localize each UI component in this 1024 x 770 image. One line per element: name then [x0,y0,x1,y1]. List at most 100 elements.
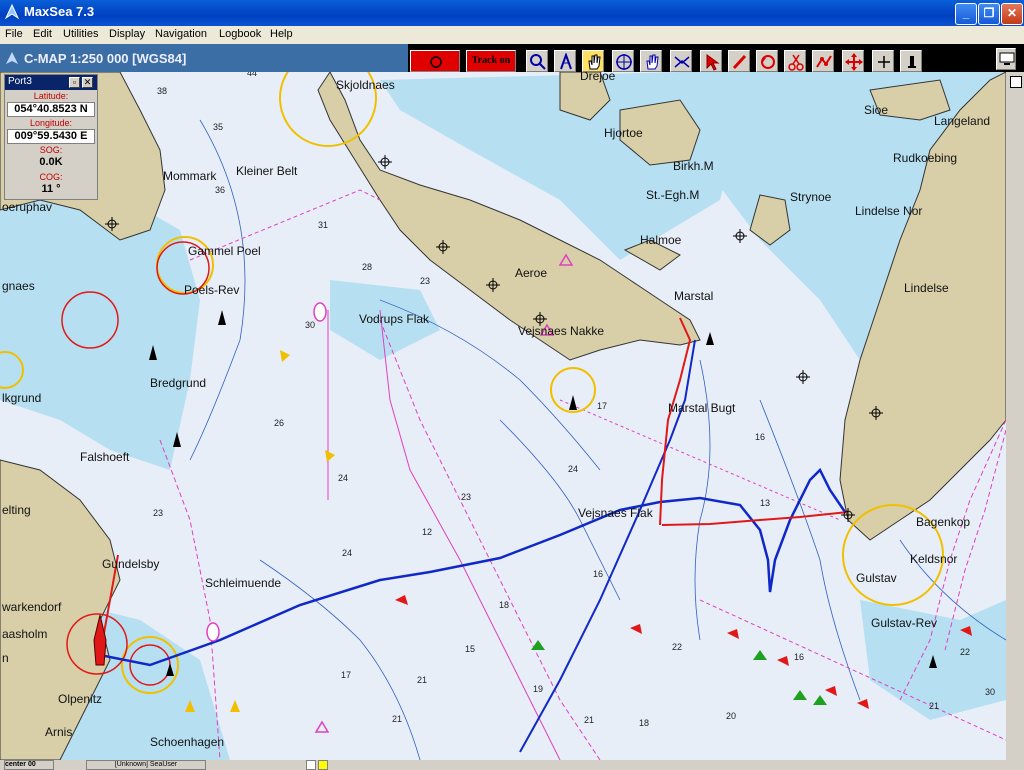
menu-help[interactable]: Help [270,28,293,40]
label-bredgrund: Bredgrund [150,376,207,390]
record-button[interactable] [410,50,460,72]
hand-select-icon[interactable] [640,50,662,72]
chart-canvas[interactable] [0,72,1006,760]
depth-sounding: 21 [584,715,595,725]
depth-sounding: 16 [794,652,805,662]
label-schoenhagen: Schoenhagen [150,735,225,749]
side-panel-icon[interactable] [1010,76,1022,88]
center-crosshair-icon[interactable] [612,50,634,72]
sog-label: SOG: [39,145,63,155]
cog-label: COG: [39,172,63,182]
latitude-label: Latitude: [33,91,69,101]
label-warkendorf: warkendorf [2,600,62,614]
status-icon-b[interactable] [318,760,328,770]
track-on-button[interactable]: Track on [466,50,516,72]
panel-title-bar[interactable]: Port3 ▫ ✕ [5,75,97,90]
depth-sounding: 18 [639,718,650,728]
label-gulstav-rev: Gulstav-Rev [871,616,938,630]
depth-sounding: 17 [597,401,608,411]
menu-utilities[interactable]: Utilities [63,28,98,40]
route-edit-icon[interactable] [812,50,834,72]
menu-file[interactable]: File [5,28,23,40]
cog-value: 11 ° [7,183,95,198]
depth-sounding: 17 [341,670,352,680]
label-sioe: Sioe [864,103,889,117]
close-button[interactable]: ✕ [1001,3,1023,25]
scissors-icon[interactable] [784,50,806,72]
right-side-bar [1006,72,1024,760]
label-aeroe: Aeroe [515,266,548,280]
position-panel[interactable]: Port3 ▫ ✕ Latitude: 054°40.8523 N Longit… [4,74,98,200]
depth-sounding: 30 [985,687,996,697]
label-gnaes: gnaes [2,279,35,293]
red-track[interactable] [659,317,849,526]
menu-display[interactable]: Display [109,28,145,40]
panel-minimize-button[interactable]: ▫ [69,77,80,88]
label-gundelsby: Gundelsby [102,557,160,571]
measure-icon[interactable] [670,50,692,72]
depth-sounding: 23 [461,492,472,502]
sog-value: 0.0K [7,156,95,171]
label-bagenkop: Bagenkop [916,515,971,529]
status-icon-a[interactable] [306,760,316,770]
label-vejsnaes-flak: Vejsnaes Flak [578,506,653,520]
depth-sounding: 26 [274,418,285,428]
menu-logbook[interactable]: Logbook [219,28,261,40]
label-skjoldnaes: Skjoldnaes [336,78,395,92]
depth-sounding: 12 [422,527,433,537]
label-lindelse: Lindelse [904,281,949,295]
restore-button[interactable]: ❐ [978,3,1000,25]
depth-sounding: 35 [213,122,224,132]
depth-sounding: 31 [318,220,329,230]
chart-icon [6,52,18,64]
plus-icon[interactable] [872,50,894,72]
label-langeland: Langeland [934,114,991,128]
hand-pan-icon[interactable] [582,50,604,72]
label-olpenitz: Olpenitz [58,692,103,706]
depth-sounding: 21 [417,675,428,685]
pointer-icon[interactable] [700,50,722,72]
label-gammel-poel: Gammel Poel [188,244,261,258]
label-arnis: Arnis [45,725,73,739]
window-title: MaxSea 7.3 [24,4,95,19]
label-birkh: Birkh.M [673,159,714,173]
pencil-icon[interactable] [728,50,750,72]
buoy-icon[interactable] [900,50,922,72]
status-left: center 00 [4,760,54,770]
label-schleimuende: Schleimuende [205,576,282,590]
depth-sounding: 28 [362,262,373,272]
panel-close-button[interactable]: ✕ [82,77,93,88]
label-lindelse-nor: Lindelse Nor [855,204,923,218]
zoom-icon[interactable] [526,50,548,72]
depth-sounding: 20 [726,711,737,721]
depth-sounding: 16 [755,432,766,442]
label-st-egh: St.-Egh.M [646,188,700,202]
label-mommark: Mommark [163,169,217,183]
move-icon[interactable] [842,50,864,72]
label-marstal: Marstal [674,289,714,303]
toolbar: Track on [408,44,1024,72]
longitude-value: 009°59.5430 E [7,129,95,144]
label-hjortoe: Hjortoe [604,126,643,140]
depth-sounding: 24 [568,464,579,474]
label-vejsnaes-nakke: Vejsnaes Nakke [518,324,605,338]
depth-sounding: 44 [247,72,258,78]
label-oeruphav: oeruphav [2,200,53,214]
panel-title: Port3 [8,76,32,87]
label-poels-rev: Poels-Rev [184,283,240,297]
depth-sounding: 24 [338,473,349,483]
nautical-chart[interactable]: Skjoldnaes Drejoe Hjortoe Sioe Langeland… [0,72,1006,760]
compass-icon[interactable] [554,50,576,72]
lighthouse-markers [149,310,937,676]
menu-navigation[interactable]: Navigation [155,28,207,40]
depth-sounding: 15 [465,644,476,654]
depth-sounding: 18 [499,600,510,610]
minimize-button[interactable]: _ [955,3,977,25]
depth-sounding: 21 [929,701,940,711]
rotate-icon[interactable] [756,50,778,72]
label-marstal-bugt: Marstal Bugt [668,401,736,415]
menu-edit[interactable]: Edit [33,28,52,40]
monitor-icon[interactable] [996,48,1016,70]
label-aasholm: aasholm [2,627,48,641]
latitude-value: 054°40.8523 N [7,102,95,117]
